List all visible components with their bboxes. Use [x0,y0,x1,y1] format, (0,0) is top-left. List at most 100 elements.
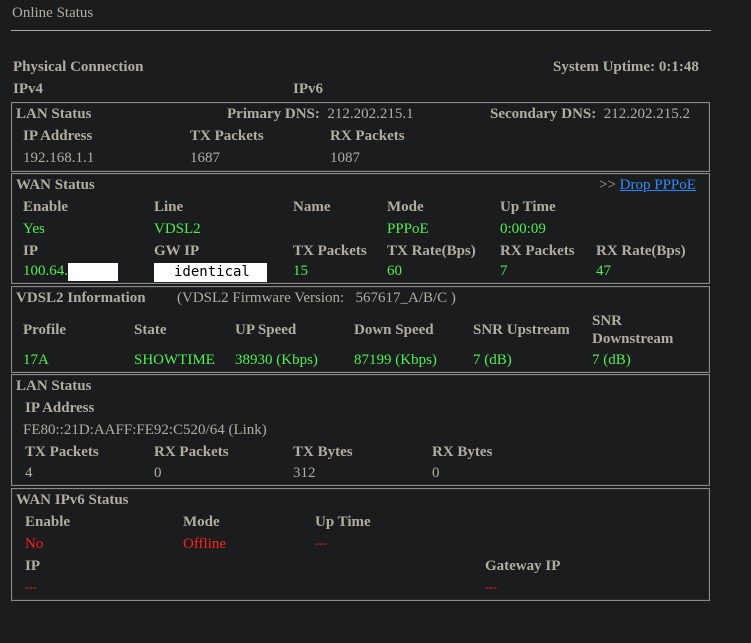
wan6-header-row: Enable Mode Up Time [25,514,371,531]
column-header: IP [23,243,38,259]
primary-dns-value: 212.202.215.1 [327,106,414,122]
lan-header-row: IP Address TX Packets RX Packets [23,128,405,145]
column-header: IP Address [23,128,93,144]
column-header: Mode [387,199,424,215]
cell: 15 [293,263,308,279]
lan6-heading: LAN Status [16,378,92,394]
ipv4-label: IPv4 [13,81,43,97]
wan-ipv6-panel: WAN IPv6 Status Enable Mode Up Time No O… [11,488,710,601]
wan-header-row-2: IP GW IP TX Packets TX Rate(Bps) RX Pack… [23,243,686,260]
wan6-heading: WAN IPv6 Status [16,492,129,508]
vdsl-value-row: 17A SHOWTIME 38930 (Kbps) 87199 (Kbps) 7… [23,352,631,369]
cell: No [25,536,44,552]
column-header: UP Speed [235,321,297,338]
cell: PPPoE [387,221,429,237]
cell: 0:00:09 [500,221,546,237]
column-header: TX Packets [190,128,264,144]
wan6-value-row: No Offline --- [25,536,327,553]
cell: Yes [23,221,45,237]
column-header: Enable [25,514,71,530]
lan-status-panel: LAN Status Primary DNS: 212.202.215.1 Se… [11,102,710,172]
column-header: TX Packets [25,444,99,460]
firmware-value: 567617_A/B/C ) [355,290,456,306]
vdsl2-panel: VDSL2 Information (VDSL2 Firmware Versio… [11,286,710,373]
cell: 4 [25,465,33,481]
wan-ip-cell: 100.64. [23,263,154,282]
wan-status-panel: WAN Status >> Drop PPPoE Enable Line Nam… [11,173,710,284]
column-header: TX Rate(Bps) [387,243,476,259]
drop-prefix: >> [599,177,616,193]
column-header: Up Time [500,199,556,215]
column-header: SNR Upstream [473,321,570,338]
column-header: RX Bytes [432,444,493,460]
cell: 0 [432,465,440,481]
column-header: RX Packets [500,243,575,259]
gw-ip-cell: identical [154,263,293,282]
vdsl2-heading: VDSL2 Information [16,290,146,306]
wan6-ip-value: --- [25,580,37,594]
uptime-value: 0:1:48 [658,59,699,75]
primary-dns-label: Primary DNS: [227,106,320,122]
vdsl-header-row: Profile State UP Speed Down Speed SNR Up… [23,311,687,349]
wan-status-heading: WAN Status [16,177,95,193]
cell: 192.168.1.1 [23,150,95,166]
lan-value-row: 192.168.1.1 1687 1087 [23,150,360,167]
redaction-mask [68,263,118,281]
cell: 0 [154,465,162,481]
cell: --- [315,536,327,550]
lan6-ip-value: FE80::21D:AAFF:FE92:C520/64 (Link) [23,422,267,438]
firmware-label: (VDSL2 Firmware Version: [177,290,345,306]
column-header: RX Rate(Bps) [596,243,686,259]
secondary-dns-label: Secondary DNS: [490,106,597,122]
lan6-ip-label: IP Address [25,400,95,416]
lan-ipv6-panel: LAN Status IP Address FE80::21D:AAFF:FE9… [11,374,710,486]
column-header: RX Packets [154,444,229,460]
wan-ip-value: 100.64. [23,263,68,280]
column-header: Down Speed [354,321,434,338]
cell: 312 [293,465,316,481]
firmware-version: (VDSL2 Firmware Version: 567617_A/B/C ) [177,290,456,307]
column-header: SNR Downstream [592,313,674,347]
cell: 7 [500,263,508,279]
gw-ip-value: identical [154,263,267,282]
lan6-value-row: 4 0 312 0 [25,465,440,482]
cell: SHOWTIME [134,352,215,368]
wan-value-row-2: 100.64. identical 15 60 7 47 [23,263,611,282]
wan6-ip-label: IP [25,558,40,574]
uptime-label: System Uptime: [553,59,656,75]
cell: 17A [23,352,49,368]
cell: 7 (dB) [592,352,631,368]
cell: 47 [596,263,611,279]
wan-header-row-1: Enable Line Name Mode Up Time [23,199,556,216]
ipv6-label: IPv6 [293,81,323,97]
column-header: Enable [23,199,69,215]
secondary-dns-value: 212.202.215.2 [603,106,691,122]
column-header: GW IP [154,243,200,259]
primary-dns: Primary DNS: 212.202.215.1 [227,106,414,123]
drop-pppoe: >> Drop PPPoE [599,177,696,194]
cell: VDSL2 [154,221,201,237]
system-uptime: System Uptime: 0:1:48 [553,59,699,76]
wan-value-row-1: Yes VDSL2 PPPoE 0:00:09 [23,221,546,238]
cell: 1687 [190,150,220,166]
cell [293,221,387,238]
secondary-dns: Secondary DNS: 212.202.215.2 [490,106,690,123]
page-title: Online Status [12,5,94,21]
cell: 7 (dB) [473,352,512,368]
cell: 38930 (Kbps) [235,352,318,368]
drop-pppoe-link[interactable]: Drop PPPoE [620,177,696,193]
physical-connection-heading: Physical Connection [13,59,144,75]
cell: 87199 (Kbps) [354,352,437,368]
title-divider [11,30,711,31]
wan6-gateway-value: --- [485,580,497,594]
column-header: RX Packets [330,128,405,144]
column-header: Line [154,199,184,215]
wan6-gateway-label: Gateway IP [485,558,561,574]
column-header: State [134,321,167,338]
column-header: TX Bytes [293,444,353,460]
column-header: Profile [23,321,67,338]
lan6-header-row: TX Packets RX Packets TX Bytes RX Bytes [25,444,492,461]
column-header: TX Packets [293,243,367,259]
cell: Offline [183,536,227,552]
lan-status-heading: LAN Status [16,106,92,122]
